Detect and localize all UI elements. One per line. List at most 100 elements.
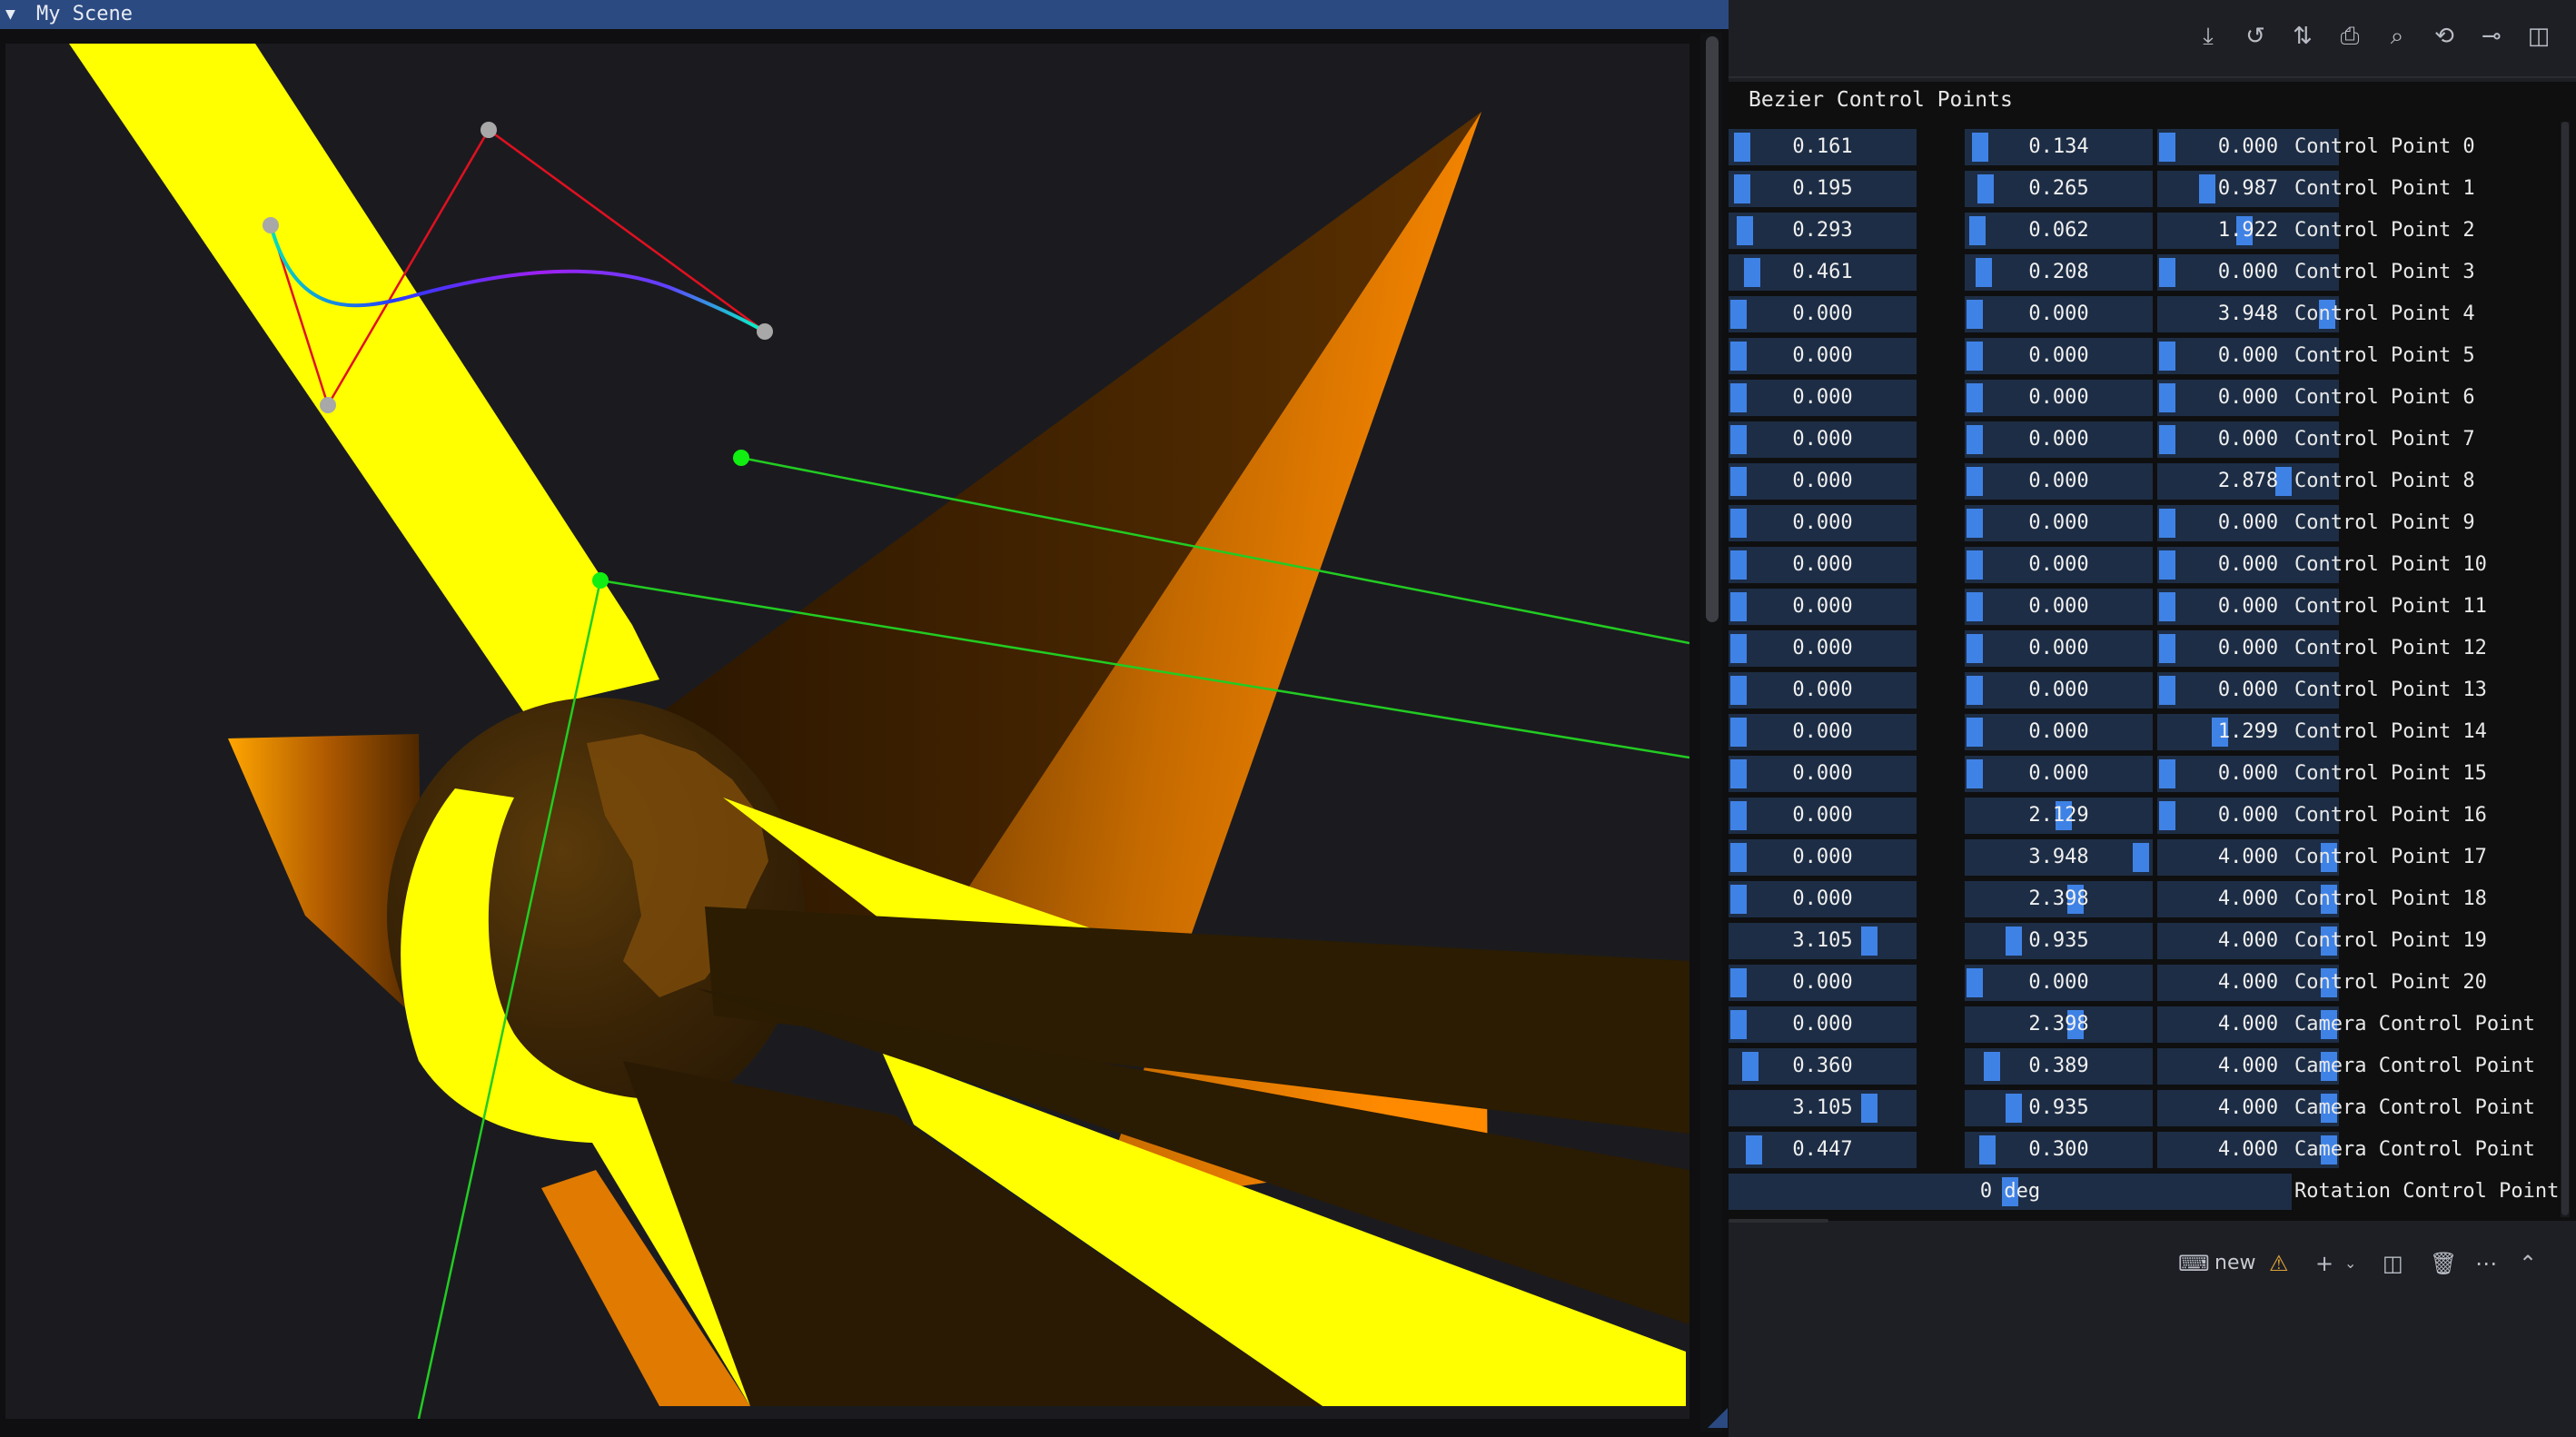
slider-grab[interactable] xyxy=(2159,592,2175,621)
slider-x[interactable]: 0.000 xyxy=(1729,463,1917,500)
slider-y[interactable]: 0.208 xyxy=(1965,254,2153,291)
slider-grab[interactable] xyxy=(1967,592,1983,621)
slider-grab[interactable] xyxy=(1733,133,1750,162)
history-icon[interactable]: ↺ xyxy=(2239,20,2272,53)
slider-grab[interactable] xyxy=(1967,634,1983,663)
bezier-point-0[interactable] xyxy=(263,217,279,233)
slider-grab[interactable] xyxy=(1967,759,1983,788)
slider-grab[interactable] xyxy=(1730,592,1747,621)
slider-y[interactable]: 0.000 xyxy=(1965,296,2153,332)
slider-y[interactable]: 2.398 xyxy=(1965,881,2153,917)
slider-y[interactable]: 0.000 xyxy=(1965,505,2153,541)
slider-y[interactable]: 0.300 xyxy=(1965,1132,2153,1168)
slider-grab[interactable] xyxy=(1730,467,1747,496)
slider-grab[interactable] xyxy=(1730,718,1747,747)
compare-icon[interactable]: ⇅ xyxy=(2286,20,2319,53)
slider-grab[interactable] xyxy=(2159,342,2175,371)
slider-grab[interactable] xyxy=(1977,174,1995,203)
slider-grab[interactable] xyxy=(1983,1052,2000,1081)
slider-x[interactable]: 0.000 xyxy=(1729,630,1917,667)
slider-x[interactable]: 0.461 xyxy=(1729,254,1917,291)
slider-grab[interactable] xyxy=(1967,676,1983,705)
scene-scrollbar-thumb[interactable] xyxy=(1706,36,1719,622)
slider-x[interactable]: 0.000 xyxy=(1729,421,1917,458)
scene-canvas[interactable] xyxy=(5,44,1689,1419)
slider-grab[interactable] xyxy=(2159,133,2175,162)
bezier-point-1[interactable] xyxy=(320,397,336,413)
slider-grab[interactable] xyxy=(1737,216,1754,245)
slider-grab[interactable] xyxy=(1967,425,1983,454)
slider-grab[interactable] xyxy=(1730,1010,1747,1039)
bezier-point-2[interactable] xyxy=(481,122,497,138)
slider-y[interactable]: 0.000 xyxy=(1965,630,2153,667)
slider-y[interactable]: 0.000 xyxy=(1965,589,2153,625)
more-icon[interactable]: ⋯ xyxy=(2475,1248,2497,1279)
slider-grab[interactable] xyxy=(1730,509,1747,538)
slider-grab[interactable] xyxy=(1967,383,1983,412)
chevron-down-icon[interactable]: ⌄ xyxy=(2344,1248,2356,1279)
print-icon[interactable]: ⎙ xyxy=(2333,20,2366,53)
slider-grab[interactable] xyxy=(1734,174,1751,203)
slider-y[interactable]: 0.000 xyxy=(1965,380,2153,416)
slider-y[interactable]: 0.000 xyxy=(1965,338,2153,374)
slider-grab[interactable] xyxy=(1730,634,1747,663)
slider-y[interactable]: 0.000 xyxy=(1965,714,2153,750)
slider-x[interactable]: 0.000 xyxy=(1729,1006,1917,1043)
slider-grab[interactable] xyxy=(1975,258,1992,287)
slider-y[interactable]: 0.000 xyxy=(1965,421,2153,458)
slider-grab[interactable] xyxy=(2159,383,2175,412)
slider-y[interactable]: 0.265 xyxy=(1965,171,2153,207)
slider-grab[interactable] xyxy=(1743,258,1760,287)
trash-icon[interactable]: 🗑 xyxy=(2430,1248,2457,1279)
slider-x[interactable]: 0.000 xyxy=(1729,756,1917,792)
scene-title-bar[interactable]: ▼ My Scene xyxy=(0,0,1729,29)
slider-y[interactable]: 0.134 xyxy=(1965,129,2153,165)
slider-x[interactable]: 0.000 xyxy=(1729,714,1917,750)
find-icon[interactable]: ⌕ xyxy=(2381,20,2413,53)
slider-grab[interactable] xyxy=(2159,634,2175,663)
slider-grab[interactable] xyxy=(1730,425,1747,454)
slider-x[interactable]: 0.161 xyxy=(1729,129,1917,165)
slider-grab[interactable] xyxy=(2159,425,2175,454)
slider-grab[interactable] xyxy=(2006,927,2023,956)
slider-x[interactable]: 0.000 xyxy=(1729,589,1917,625)
slider-x[interactable]: 0.000 xyxy=(1729,965,1917,1001)
slider-x[interactable]: 3.105 xyxy=(1729,923,1917,959)
slider-grab[interactable] xyxy=(1730,383,1747,412)
slider-y[interactable]: 0.000 xyxy=(1965,547,2153,583)
slider-grab[interactable] xyxy=(1978,1135,1996,1164)
slider-x[interactable]: 3.105 xyxy=(1729,1090,1917,1126)
terminal-name[interactable]: new xyxy=(2214,1248,2255,1279)
resize-grip[interactable] xyxy=(1708,1408,1728,1428)
split-icon[interactable]: ◫ xyxy=(2522,20,2555,53)
slider-grab[interactable] xyxy=(1730,676,1747,705)
slider-y[interactable]: 0.935 xyxy=(1965,923,2153,959)
slider-x[interactable]: 0.000 xyxy=(1729,380,1917,416)
slider-grab[interactable] xyxy=(2006,1094,2023,1123)
slider-grab[interactable] xyxy=(1730,843,1747,872)
slider-y[interactable]: 2.129 xyxy=(1965,798,2153,834)
slider-grab[interactable] xyxy=(1730,550,1747,580)
plus-icon[interactable]: + xyxy=(2315,1248,2333,1279)
slider-grab[interactable] xyxy=(1730,300,1747,329)
slider-grab[interactable] xyxy=(1741,1052,1759,1081)
slider-y[interactable]: 0.062 xyxy=(1965,213,2153,249)
slider-grab[interactable] xyxy=(1967,300,1983,329)
green-point-2[interactable] xyxy=(592,572,609,589)
slider-grab[interactable] xyxy=(1860,1094,1878,1123)
slider-y[interactable]: 0.000 xyxy=(1965,756,2153,792)
slider-y[interactable]: 2.398 xyxy=(1965,1006,2153,1043)
slider-grab[interactable] xyxy=(2159,550,2175,580)
bezier-point-3[interactable] xyxy=(757,323,773,340)
slider-y[interactable]: 3.948 xyxy=(1965,839,2153,876)
slider-grab[interactable] xyxy=(1730,342,1747,371)
slider-grab[interactable] xyxy=(1967,968,1983,997)
scene-viewport[interactable] xyxy=(5,44,1689,1419)
slider-grab[interactable] xyxy=(1967,550,1983,580)
slider-grab[interactable] xyxy=(1972,133,1989,162)
slider-x[interactable]: 0.000 xyxy=(1729,798,1917,834)
slider-x[interactable]: 0.000 xyxy=(1729,505,1917,541)
slider-x[interactable]: 0.000 xyxy=(1729,338,1917,374)
slider-x[interactable]: 0.360 xyxy=(1729,1048,1917,1085)
slider-grab[interactable] xyxy=(2159,509,2175,538)
